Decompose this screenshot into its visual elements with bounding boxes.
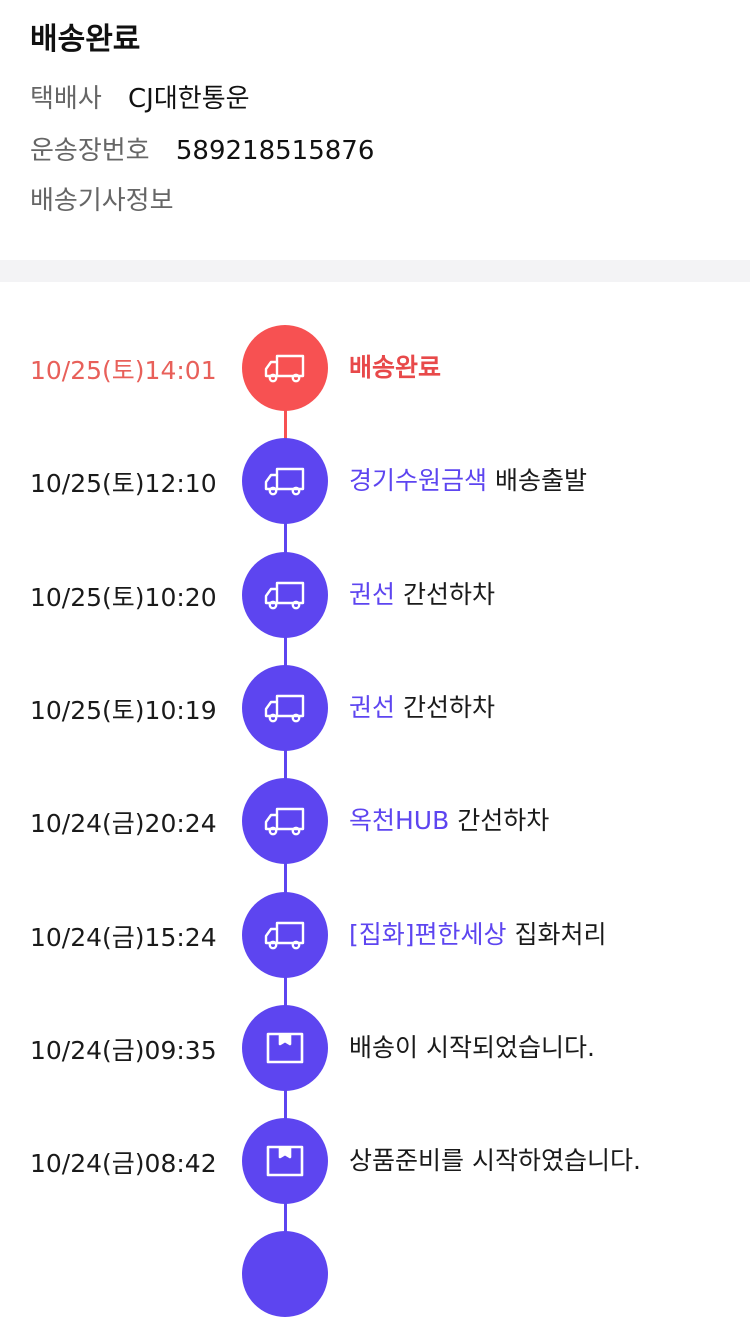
event-time: 10/25(토)10:20 bbox=[30, 582, 217, 612]
tracking-label: 운송장번호 bbox=[30, 136, 150, 166]
event-status-circle bbox=[242, 1004, 328, 1091]
section-divider bbox=[0, 260, 750, 282]
event-status-circle-partial bbox=[242, 1231, 328, 1317]
event-location: 경기수원금색 bbox=[349, 466, 488, 496]
event-description: 권선 간선하차 bbox=[349, 688, 495, 724]
delivery-status-title: 배송완료 bbox=[30, 22, 141, 57]
driver-info-label: 배송기사정보 bbox=[30, 186, 174, 216]
truck-icon bbox=[262, 577, 308, 613]
event-time: 10/25(토)14:01 bbox=[30, 356, 217, 385]
event-time: 10/24(금)09:35 bbox=[30, 1035, 217, 1065]
courier-value: CJ대한통운 bbox=[128, 84, 250, 114]
event-location: [집화]편한세상 bbox=[349, 919, 507, 949]
event-location: 권선 bbox=[349, 579, 396, 609]
event-description: [집화]편한세상 집화처리 bbox=[349, 915, 606, 951]
event-status: 배송이 시작되었습니다. bbox=[349, 1032, 595, 1062]
shipment-header: 배송완료 택배사 CJ대한통운 운송장번호 589218515876 배송기사정… bbox=[0, 0, 750, 260]
event-status-circle bbox=[242, 891, 328, 978]
event-status: 배송완료 bbox=[349, 353, 442, 382]
event-description: 옥천HUB 간선하차 bbox=[349, 801, 549, 837]
event-description: 권선 간선하차 bbox=[349, 575, 495, 611]
event-status-circle bbox=[242, 778, 328, 865]
truck-icon bbox=[262, 803, 308, 839]
event-status-circle bbox=[242, 438, 328, 525]
box-icon bbox=[265, 1144, 305, 1178]
event-time: 10/24(금)08:42 bbox=[30, 1149, 217, 1179]
tracking-timeline: 10/25(토)14:01 배송완료 10/25(토)12:10 경기수원금색 배송출… bbox=[0, 282, 750, 1317]
event-time: 10/25(토)10:19 bbox=[30, 695, 217, 725]
event-time: 10/25(토)12:10 bbox=[30, 469, 217, 499]
event-status: 집화처리 bbox=[514, 919, 607, 949]
event-status: 배송출발 bbox=[494, 466, 587, 496]
event-location: 권선 bbox=[349, 692, 396, 722]
event-description: 배송이 시작되었습니다. bbox=[349, 1028, 595, 1064]
event-description: 경기수원금색 배송출발 bbox=[349, 461, 587, 497]
courier-row: 택배사 CJ대한통운 bbox=[30, 78, 250, 115]
event-status: 간선하차 bbox=[457, 806, 550, 836]
tracking-row: 운송장번호 589218515876 bbox=[30, 130, 374, 167]
event-description: 배송완료 bbox=[349, 348, 441, 384]
event-status-circle bbox=[242, 664, 328, 751]
event-status-circle bbox=[242, 1118, 328, 1205]
event-status: 간선하차 bbox=[402, 692, 495, 722]
event-time: 10/24(금)15:24 bbox=[30, 922, 217, 952]
truck-icon bbox=[262, 463, 308, 499]
truck-icon bbox=[262, 350, 308, 386]
truck-icon bbox=[262, 690, 308, 726]
courier-label: 택배사 bbox=[30, 84, 102, 114]
event-status-circle bbox=[242, 551, 328, 638]
event-status-circle bbox=[242, 325, 328, 411]
event-status: 상품준비를 시작하였습니다. bbox=[349, 1146, 641, 1176]
event-location: 옥천HUB bbox=[349, 806, 450, 836]
event-description: 상품준비를 시작하였습니다. bbox=[349, 1141, 641, 1177]
driver-info-link[interactable]: 배송기사정보 bbox=[30, 180, 174, 217]
tracking-number: 589218515876 bbox=[175, 136, 375, 166]
event-time: 10/24(금)20:24 bbox=[30, 809, 217, 839]
box-icon bbox=[265, 1031, 305, 1065]
event-status: 간선하차 bbox=[402, 579, 495, 609]
truck-icon bbox=[262, 917, 308, 953]
